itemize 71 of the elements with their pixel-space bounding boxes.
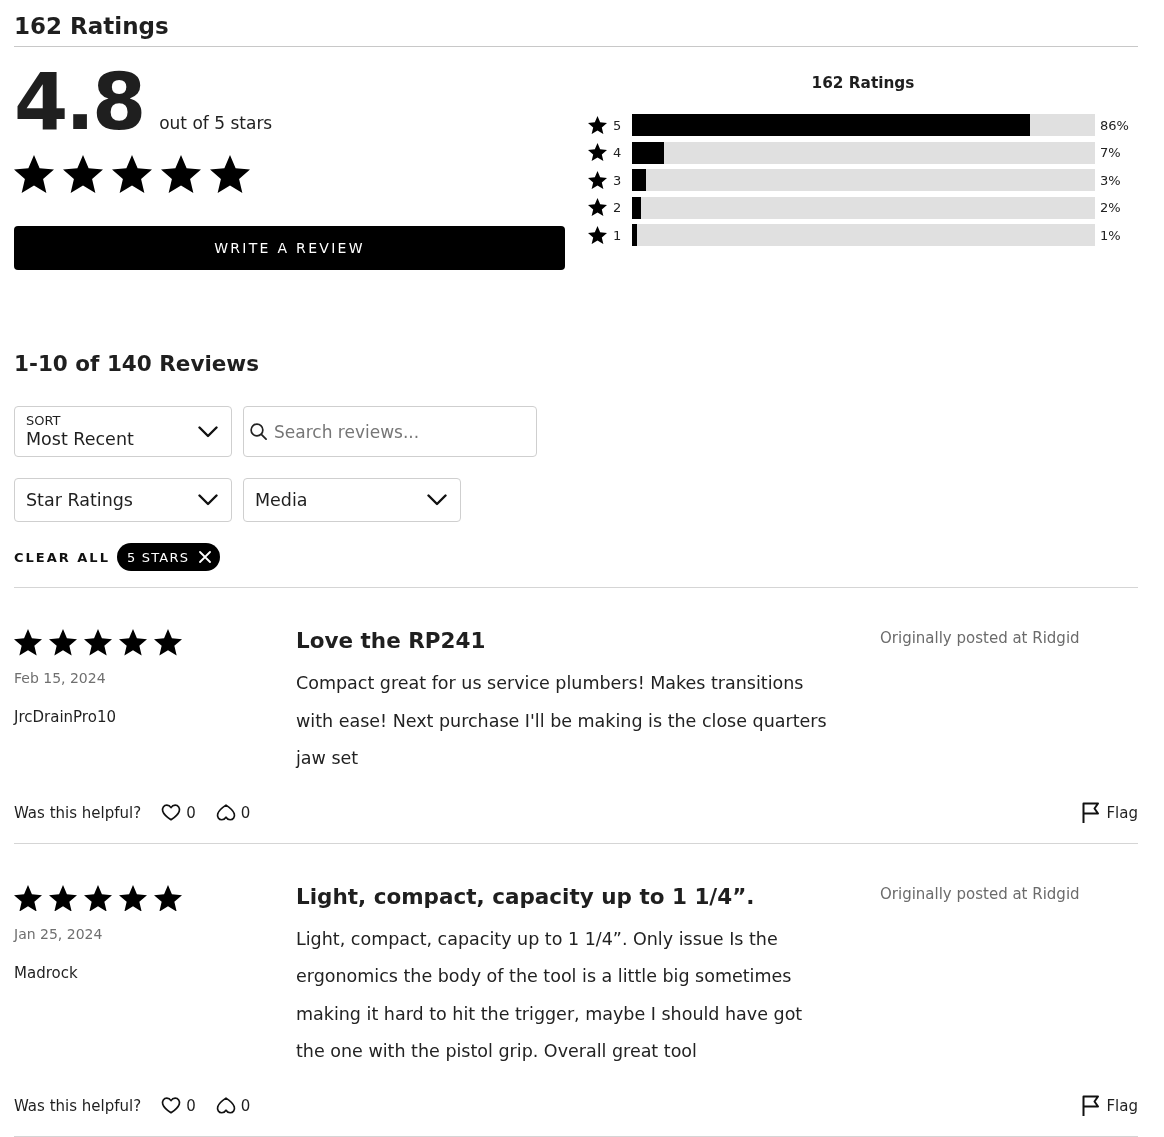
flag-icon bbox=[1082, 1095, 1101, 1116]
chevron-down-icon bbox=[198, 494, 218, 506]
star-icon bbox=[112, 155, 152, 193]
reviewer-name: Madrock bbox=[14, 963, 78, 982]
write-review-button[interactable]: WRITE A REVIEW bbox=[14, 226, 565, 270]
review-body: Light, compact, capacity up to 1 1/4”. Only issue Is the ergonomics the body of the tool is a little big sometimes making it hard to hit the trigger, maybe I should have got the one with the pistol grip. Overall great tool bbox=[296, 927, 804, 1063]
star-icon bbox=[588, 198, 607, 217]
inverted-heart-icon bbox=[215, 1097, 236, 1114]
star-icon bbox=[63, 155, 103, 193]
star-icon bbox=[154, 884, 182, 912]
ratings-heading: 162 Ratings bbox=[14, 12, 169, 41]
sort-dropdown[interactable]: SORT Most Recent bbox=[14, 406, 232, 457]
star-icon bbox=[161, 155, 201, 193]
star-icon bbox=[49, 884, 77, 912]
star-icon bbox=[588, 225, 607, 245]
star-icon bbox=[14, 884, 42, 912]
clear-all-button[interactable]: CLEAR ALL bbox=[14, 549, 110, 565]
review-date: Feb 15, 2024 bbox=[14, 670, 106, 686]
star-level-label: 5 bbox=[613, 117, 623, 133]
heart-icon bbox=[161, 804, 182, 821]
review-source: Originally posted at Ridgid bbox=[880, 884, 1080, 903]
histogram-title: 162 Ratings bbox=[811, 73, 915, 93]
average-rating: 4.8 bbox=[14, 63, 144, 141]
star-icon bbox=[588, 115, 607, 135]
star-icon bbox=[119, 884, 147, 912]
star-icon bbox=[49, 629, 77, 656]
heart-icon bbox=[161, 1097, 182, 1114]
search-icon bbox=[250, 423, 267, 440]
star-icon bbox=[14, 155, 54, 193]
star-icon bbox=[119, 629, 147, 656]
rating-percent: 86% bbox=[1100, 117, 1129, 133]
inverted-heart-icon bbox=[215, 804, 236, 821]
review-date: Jan 25, 2024 bbox=[14, 925, 103, 942]
review-title: Love the RP241 bbox=[296, 627, 486, 655]
star-icon bbox=[588, 170, 607, 190]
helpful-prompt: Was this helpful? bbox=[14, 1096, 142, 1115]
filter-dropdown[interactable]: Media bbox=[243, 478, 461, 522]
rating-percent: 7% bbox=[1100, 145, 1121, 160]
review-source: Originally posted at Ridgid bbox=[880, 629, 1080, 647]
rating-scale-label: out of 5 stars bbox=[159, 113, 273, 133]
filter-chip[interactable]: 5 STARS bbox=[116, 543, 221, 571]
star-level-label: 2 bbox=[613, 200, 623, 215]
star-level-label: 4 bbox=[613, 145, 623, 160]
flag-button[interactable]: Flag bbox=[1082, 802, 1138, 823]
rating-percent: 1% bbox=[1100, 227, 1121, 243]
star-icon bbox=[210, 155, 250, 193]
star-level-label: 3 bbox=[613, 172, 623, 188]
review-body: Compact great for us service plumbers! Makes transitions with ease! Next purchase I'll be making is the close quarters jaw set bbox=[296, 672, 828, 770]
filter-dropdown[interactable]: Star Ratings bbox=[14, 478, 232, 522]
chevron-down-icon bbox=[198, 425, 218, 438]
flag-icon bbox=[1082, 802, 1101, 823]
star-level-label: 1 bbox=[613, 227, 623, 243]
star-icon bbox=[84, 629, 112, 656]
helpful-vote-button[interactable]: 0 bbox=[161, 1096, 196, 1115]
star-icon bbox=[588, 143, 607, 162]
close-icon bbox=[199, 551, 212, 563]
unhelpful-vote-button[interactable]: 0 bbox=[215, 803, 251, 822]
rating-percent: 2% bbox=[1100, 200, 1121, 215]
helpful-vote-button[interactable]: 0 bbox=[161, 803, 196, 822]
review-title: Light, compact, capacity up to 1 1/4”. bbox=[296, 882, 755, 911]
unhelpful-vote-button[interactable]: 0 bbox=[215, 1096, 251, 1115]
reviewer-name: JrcDrainPro10 bbox=[14, 708, 116, 726]
flag-button[interactable]: Flag bbox=[1082, 1095, 1138, 1116]
rating-percent: 3% bbox=[1100, 172, 1121, 188]
reviews-count-heading: 1-10 of 140 Reviews bbox=[14, 350, 260, 378]
helpful-prompt: Was this helpful? bbox=[14, 803, 142, 822]
star-icon bbox=[84, 884, 112, 912]
star-icon bbox=[14, 629, 42, 656]
search-field[interactable]: Search reviews... bbox=[243, 406, 537, 457]
star-icon bbox=[154, 629, 182, 656]
chevron-down-icon bbox=[427, 494, 447, 506]
